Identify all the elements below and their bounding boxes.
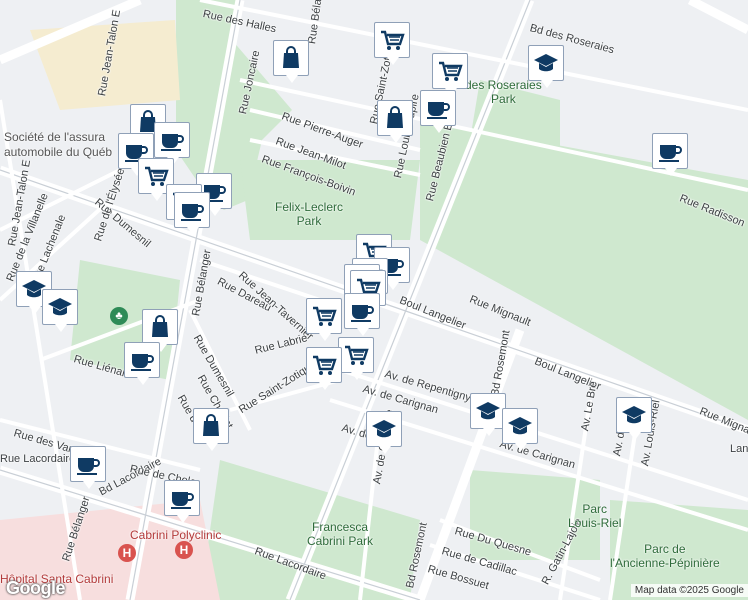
- street-label: Rue Lacordaire: [0, 453, 76, 465]
- cafe-cup-icon[interactable]: [344, 293, 380, 336]
- hospital-icon[interactable]: H: [118, 544, 136, 562]
- school-icon[interactable]: [616, 397, 652, 440]
- school-icon[interactable]: [42, 289, 78, 332]
- street-label: Lan: [730, 443, 748, 455]
- shopping-cart-icon[interactable]: [432, 53, 468, 96]
- park-label[interactable]: Parc Louis-Riel: [568, 502, 621, 530]
- park-label[interactable]: Felix-Leclerc Park: [275, 200, 343, 228]
- school-icon[interactable]: [528, 45, 564, 88]
- map-attribution[interactable]: Map data ©2025 Google: [630, 584, 748, 597]
- shopping-cart-icon[interactable]: [306, 298, 342, 341]
- hospital-icon[interactable]: H: [175, 541, 193, 559]
- park-tree-icon[interactable]: ♣: [110, 307, 128, 325]
- shopping-cart-icon[interactable]: [374, 22, 410, 65]
- shopping-bag-icon[interactable]: [193, 408, 229, 451]
- cafe-cup-icon[interactable]: [154, 122, 190, 165]
- cafe-cup-icon[interactable]: [164, 480, 200, 523]
- park-label[interactable]: des Roseraies Park: [465, 78, 542, 106]
- school-icon[interactable]: [470, 393, 506, 436]
- cafe-cup-icon[interactable]: [420, 90, 456, 133]
- cafe-cup-icon[interactable]: [124, 342, 160, 385]
- hospital-label[interactable]: Cabrini Polyclinic: [130, 528, 221, 543]
- shopping-cart-icon[interactable]: [306, 347, 342, 390]
- shopping-bag-icon[interactable]: [377, 100, 413, 143]
- cafe-cup-icon[interactable]: [70, 446, 106, 489]
- shopping-bag-icon[interactable]: [142, 309, 178, 352]
- school-icon[interactable]: [502, 408, 538, 451]
- cafe-cup-icon[interactable]: [652, 133, 688, 176]
- park-label[interactable]: Francesca Cabrini Park: [307, 520, 373, 548]
- poi-label[interactable]: Société de l'assura automobile du Québ: [4, 130, 112, 160]
- park-label[interactable]: Parc de l'Ancienne-Pépinière: [610, 542, 720, 570]
- school-icon[interactable]: [366, 411, 402, 454]
- cafe-cup-icon[interactable]: [174, 192, 210, 235]
- shopping-cart-icon[interactable]: [338, 337, 374, 380]
- google-logo[interactable]: Google: [6, 578, 66, 599]
- shopping-bag-icon[interactable]: [273, 40, 309, 83]
